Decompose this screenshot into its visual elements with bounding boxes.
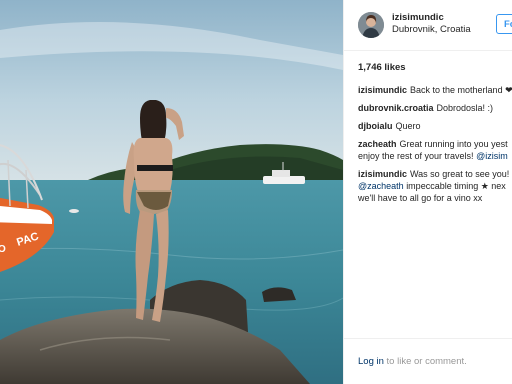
comment-text: impeccable timing ★ nex <box>406 181 506 191</box>
post-photo: PAC O <box>0 0 343 384</box>
post-footer: Log in to like or comment. <box>344 338 512 384</box>
location[interactable]: Dubrovnik, Croatia <box>392 24 471 35</box>
comment: zacheath Great running into you yest enjo… <box>358 138 512 162</box>
comment-text: Quero <box>395 121 421 131</box>
post-header: izisimundic Dubrovnik, Croatia Fo <box>344 0 512 51</box>
comment: dubrovnik.croatia Dobrodosla! :) <box>358 102 512 114</box>
comment-mention[interactable]: @zacheath <box>358 181 404 191</box>
comment-text: Dobrodosla! :) <box>436 103 494 113</box>
post-details-panel: izisimundic Dubrovnik, Croatia Fo 1,746 … <box>343 0 512 384</box>
buoy <box>69 209 79 213</box>
comment: izisimundic Was so great to see you! @zac… <box>358 168 512 204</box>
comment-mention[interactable]: @izisim <box>476 151 508 161</box>
comment-text: we'll have to all go for a vino xx <box>358 193 483 203</box>
likes-count[interactable]: 1,746 likes <box>358 62 406 73</box>
comment-user[interactable]: djboialu <box>358 121 393 131</box>
comment: djboialu Quero <box>358 120 512 132</box>
avatar[interactable] <box>358 12 384 38</box>
username[interactable]: izisimundic <box>392 12 444 23</box>
boat-prefix: O <box>0 244 6 255</box>
comment-text: Back to the motherland ❤ <box>410 85 512 95</box>
login-link[interactable]: Log in <box>358 356 384 367</box>
comments-list: izisimundic Back to the motherland ❤ dubr… <box>358 84 512 210</box>
follow-button[interactable]: Fo <box>496 14 512 34</box>
comment-user[interactable]: dubrovnik.croatia <box>358 103 434 113</box>
comment: izisimundic Back to the motherland ❤ <box>358 84 512 96</box>
comment-text: enjoy the rest of your travels! <box>358 151 474 161</box>
comment-user[interactable]: zacheath <box>358 139 397 149</box>
comment-user[interactable]: izisimundic <box>358 85 407 95</box>
comment-user[interactable]: izisimundic <box>358 169 407 179</box>
comment-text: Was so great to see you! <box>410 169 510 179</box>
login-suffix: to like or comment. <box>386 356 467 367</box>
comment-text: Great running into you yest <box>399 139 508 149</box>
login-prompt: Log in to like or comment. <box>358 356 467 367</box>
